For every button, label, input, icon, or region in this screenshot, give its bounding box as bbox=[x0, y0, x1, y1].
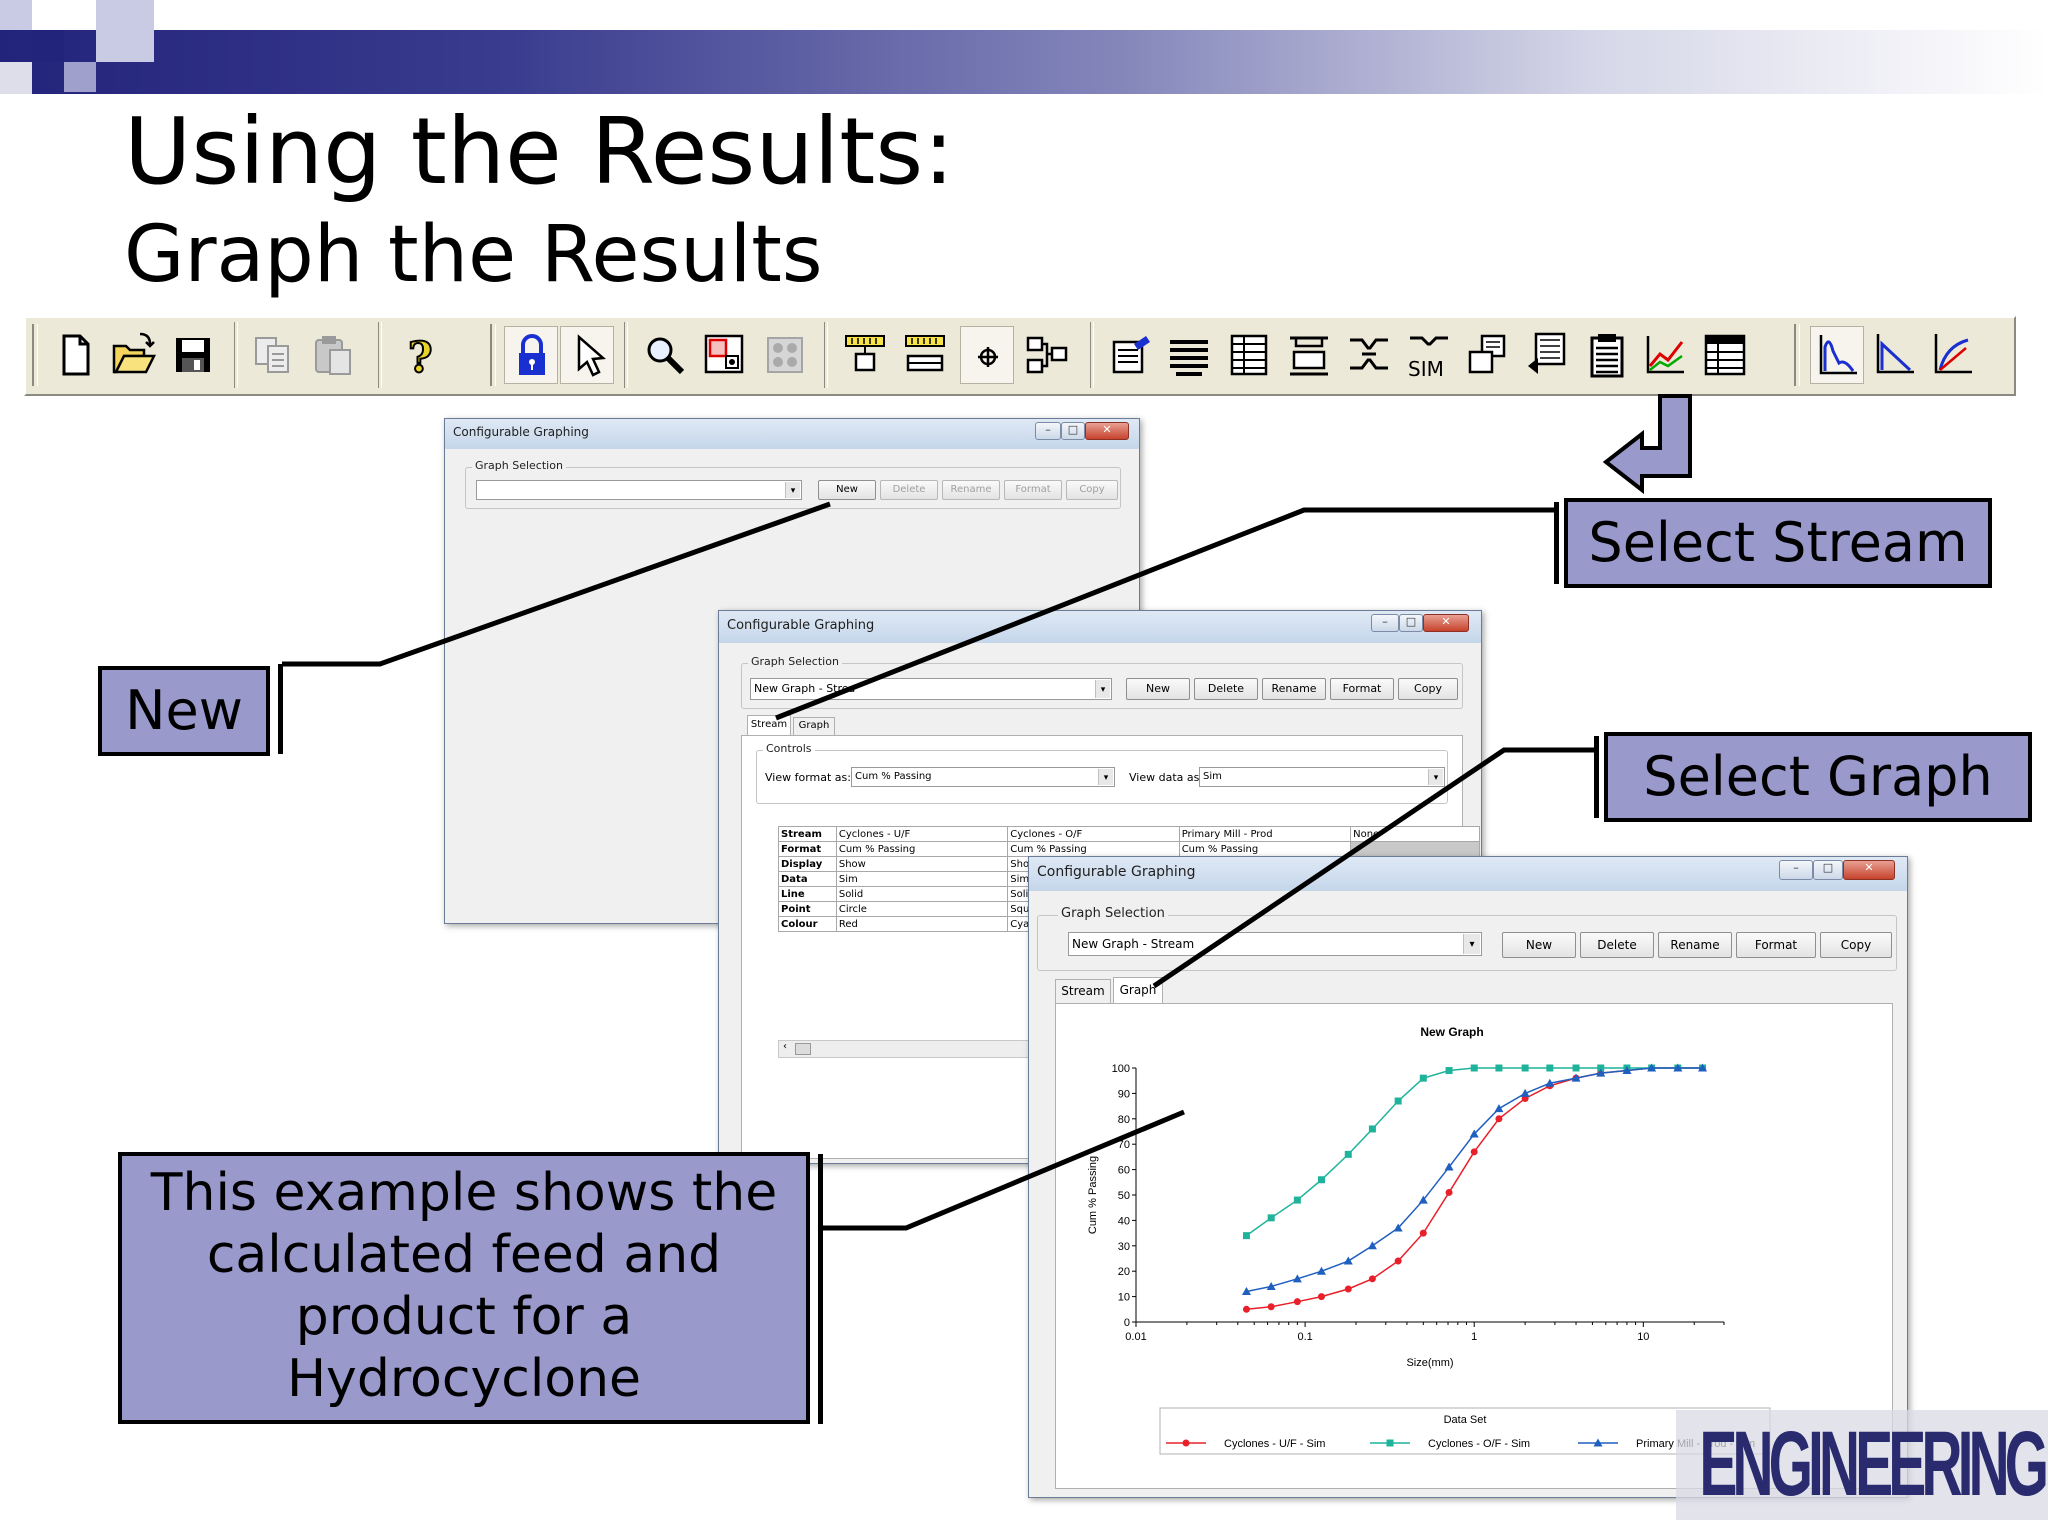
select-stream-callout: Select Stream bbox=[1564, 498, 1992, 588]
callout-bar bbox=[1554, 502, 1559, 584]
logo-text: ENGINEERING bbox=[1699, 1413, 2048, 1515]
company-logo: ENGINEERING bbox=[1668, 1410, 2048, 1520]
example-callout: This example shows the calculated feed a… bbox=[118, 1152, 810, 1424]
example-line: Hydrocyclone bbox=[286, 1349, 642, 1409]
example-leader-line bbox=[822, 1109, 1185, 1231]
select-graph-leader-line bbox=[1152, 747, 1596, 989]
example-line: calculated feed and bbox=[206, 1225, 722, 1285]
callout-bar bbox=[1594, 736, 1599, 818]
example-line: This example shows the bbox=[150, 1163, 778, 1223]
example-line: product for a bbox=[295, 1287, 633, 1347]
down-left-arrow-icon bbox=[1602, 394, 1692, 495]
new-callout: New bbox=[98, 666, 270, 756]
callout-bar bbox=[278, 664, 283, 754]
select-stream-leader-line bbox=[775, 507, 1556, 721]
callout-bar bbox=[818, 1154, 823, 1424]
new-leader-line bbox=[282, 501, 831, 667]
select-graph-callout: Select Graph bbox=[1604, 732, 2032, 822]
